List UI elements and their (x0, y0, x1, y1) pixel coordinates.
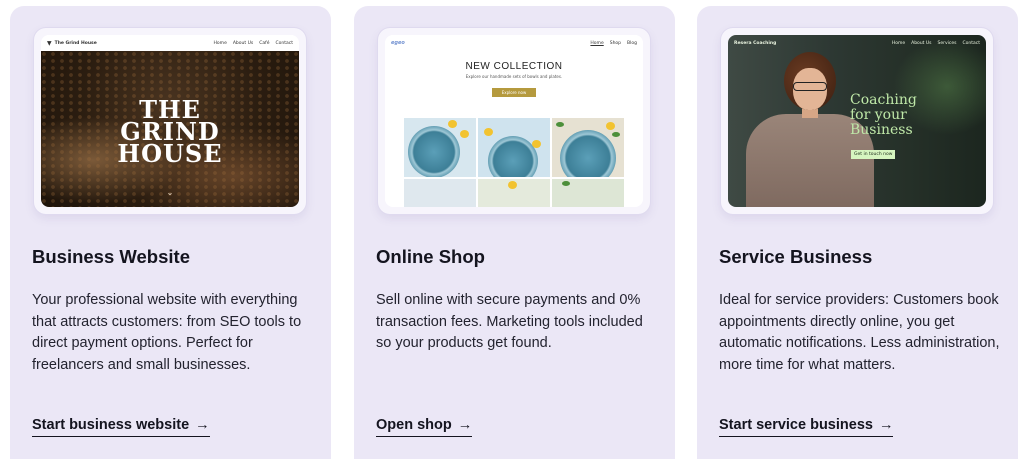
shop-heading: NEW COLLECTION (465, 61, 563, 72)
card-description: Ideal for service providers: Customers b… (719, 292, 1000, 373)
start-business-website-link[interactable]: Start business website → (32, 417, 210, 437)
preview-brand: egeo (391, 40, 405, 46)
preview-nav-item: Home (213, 40, 227, 46)
preview-brand: ▼ The Grind House (47, 40, 97, 47)
card-title: Service Business (719, 246, 873, 267)
coach-portrait (746, 35, 874, 207)
start-service-business-link[interactable]: Start service business → (719, 417, 894, 437)
preview-nav-item: Home (590, 40, 604, 46)
preview-screen: ▼ The Grind House Home About Us Café Con… (41, 35, 299, 207)
preview-navbar: egeo Home Shop Blog (385, 35, 643, 51)
hero-line: HOUSE (117, 139, 223, 168)
card-title: Online Shop (376, 246, 485, 267)
business-website-card: ▼ The Grind House Home About Us Café Con… (10, 6, 331, 459)
service-business-preview: Coaching for your Business Get in touch … (721, 28, 993, 214)
preview-brand-name: The Grind House (54, 40, 97, 46)
preview-hero-title: THE GRIND HOUSE (41, 98, 299, 168)
preview-nav-item: About Us (232, 40, 254, 46)
product-image (478, 178, 550, 207)
preview-nav-links: Home About Us Café Contact (214, 41, 293, 46)
logo-icon: ▼ (47, 39, 52, 47)
online-shop-preview: egeo Home Shop Blog NEW COLLECTION Explo… (378, 28, 650, 214)
preview-nav-links: Home Shop Blog (590, 41, 637, 46)
hero-line: Coaching (850, 92, 917, 108)
online-shop-card: egeo Home Shop Blog NEW COLLECTION Explo… (354, 6, 675, 459)
preview-nav-item: Shop (609, 40, 622, 46)
business-website-preview: ▼ The Grind House Home About Us Café Con… (34, 28, 306, 214)
chevron-down-icon: ⌄ (166, 188, 174, 197)
preview-nav-item: Café (259, 40, 270, 46)
preview-brand-name: Resera Coaching (734, 40, 777, 46)
preview-nav-item: About Us (911, 40, 932, 46)
arrow-right-icon: → (878, 417, 894, 433)
card-description: Sell online with secure payments and 0% … (376, 292, 643, 351)
link-label: Start business website (32, 417, 190, 433)
arrow-right-icon: → (457, 417, 473, 433)
preview-screen: Coaching for your Business Get in touch … (728, 35, 986, 207)
preview-nav-item: Contact (275, 40, 293, 46)
preview-navbar: Resera Coaching Home About Us Services C… (728, 35, 986, 51)
coffee-hero-image: THE GRIND HOUSE ⌄ (41, 51, 299, 207)
hero-line: Business (850, 122, 913, 138)
preview-nav-item: Home (891, 40, 906, 46)
link-label: Start service business (719, 417, 873, 433)
preview-nav-item: Services (937, 40, 957, 46)
card-description: Your professional website with everythin… (32, 292, 302, 373)
preview-nav-item: Contact (962, 40, 980, 46)
product-image (552, 178, 624, 207)
arrow-right-icon: → (195, 417, 210, 433)
open-shop-link[interactable]: Open shop → (376, 417, 473, 437)
link-label: Open shop (376, 417, 452, 433)
shop-hero: NEW COLLECTION Explore our handmade sets… (385, 51, 643, 115)
product-image (478, 118, 550, 177)
product-grid (404, 118, 624, 207)
hero-line: for your (850, 107, 907, 123)
preview-nav-item: Blog (627, 40, 637, 46)
preview-hero-title: Coaching for your Business (850, 93, 917, 138)
service-hero-image: Coaching for your Business Get in touch … (728, 35, 986, 207)
card-title: Business Website (32, 246, 190, 267)
preview-navbar: ▼ The Grind House Home About Us Café Con… (41, 35, 299, 51)
preview-brand: Resera Coaching (734, 41, 776, 46)
get-in-touch-button: Get in touch now (851, 150, 896, 159)
preview-nav-links: Home About Us Services Contact (892, 41, 980, 46)
product-image (404, 178, 476, 207)
shop-explore-button: Explore now (491, 88, 537, 97)
product-image (552, 118, 624, 177)
preview-brand-name: egeo (391, 40, 405, 46)
product-image (404, 118, 476, 177)
preview-screen: egeo Home Shop Blog NEW COLLECTION Explo… (385, 35, 643, 207)
service-business-card: Coaching for your Business Get in touch … (697, 6, 1018, 459)
shop-subheading: Explore our handmade sets of bowls and p… (465, 74, 563, 79)
